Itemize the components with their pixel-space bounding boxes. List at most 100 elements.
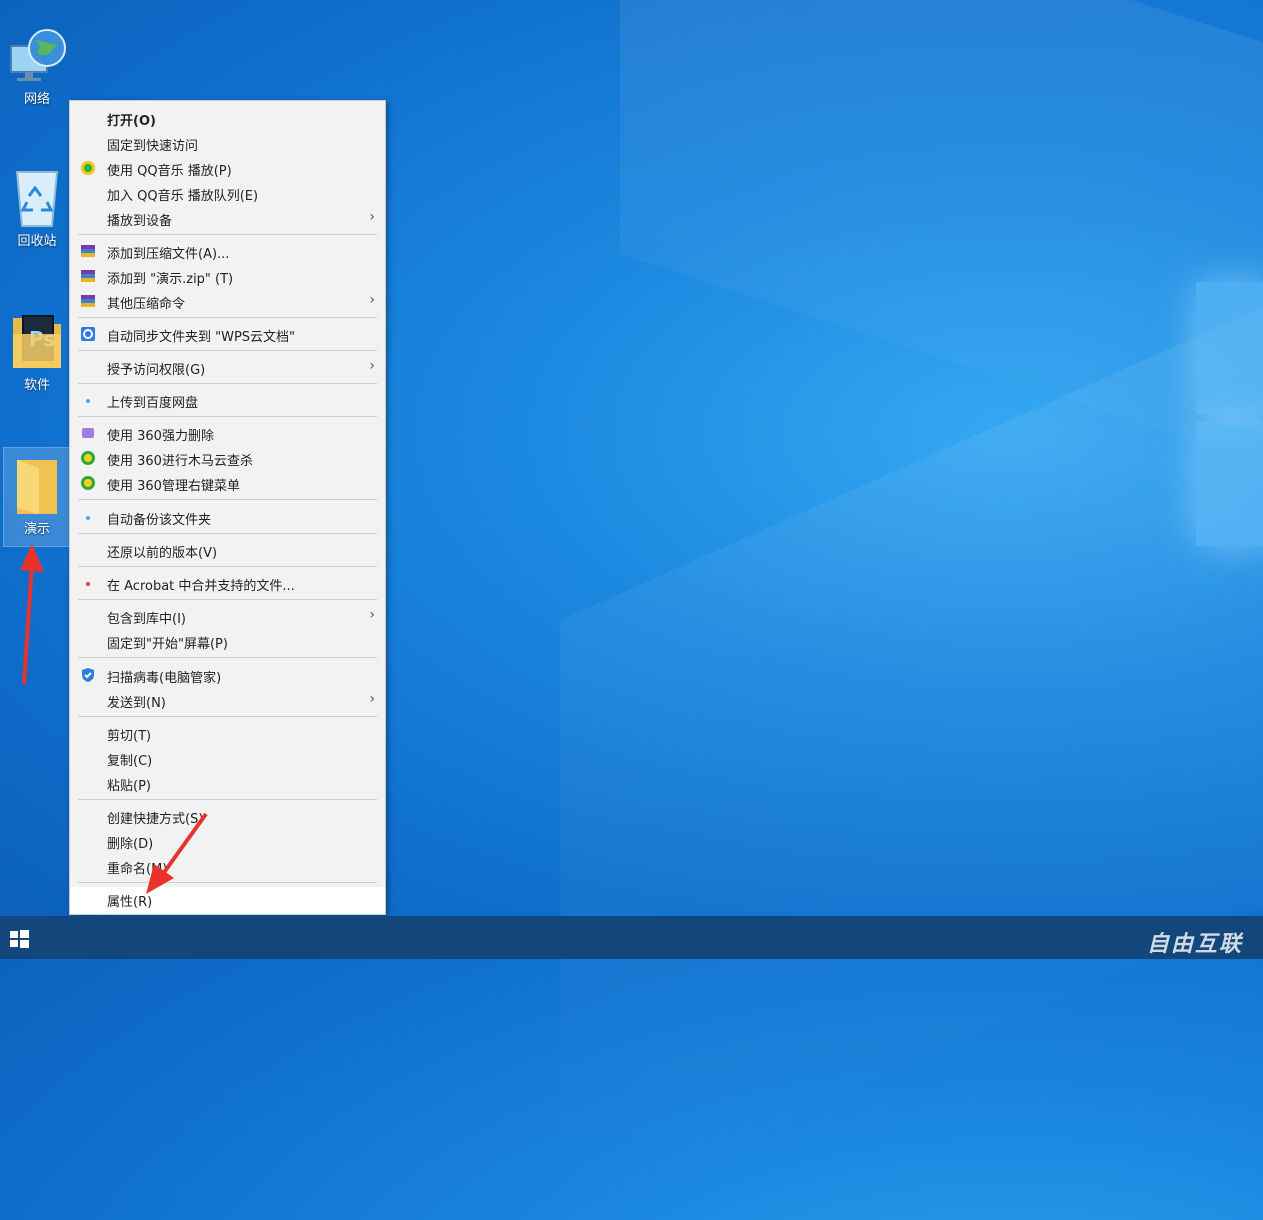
menu-item-play-to-device[interactable]: 播放到设备 › xyxy=(70,206,385,231)
chevron-right-icon: › xyxy=(369,607,375,623)
menu-item-label: 加入 QQ音乐 播放队列(E) xyxy=(107,189,259,204)
menu-separator xyxy=(78,499,377,500)
menu-item-cut[interactable]: 剪切(T) xyxy=(70,721,385,746)
menu-item-create-shortcut[interactable]: 创建快捷方式(S) xyxy=(70,804,385,829)
menu-separator xyxy=(78,716,377,717)
menu-item-label: 自动备份该文件夹 xyxy=(107,513,212,528)
menu-item-properties[interactable]: 属性(R) xyxy=(70,887,385,914)
menu-item-baidu-upload[interactable]: 上传到百度网盘 xyxy=(70,388,385,413)
menu-item-label: 使用 360管理右键菜单 xyxy=(107,479,240,494)
manage-360-icon xyxy=(80,475,96,491)
desktop-icon-demo-folder[interactable]: 演示 xyxy=(3,447,71,547)
menu-item-label: 播放到设备 xyxy=(107,214,173,229)
menu-item-label: 在 Acrobat 中合并支持的文件... xyxy=(107,579,295,594)
menu-separator xyxy=(78,799,377,800)
menu-item-label: 授予访问权限(G) xyxy=(107,363,206,378)
wps-sync-icon xyxy=(80,326,96,342)
menu-item-label: 创建快捷方式(S) xyxy=(107,812,204,827)
menu-separator xyxy=(78,350,377,351)
desktop-icon-label: 演示 xyxy=(23,522,50,537)
taskbar: 自由互联 xyxy=(0,916,1263,959)
menu-item-pin-start[interactable]: 固定到"开始"屏幕(P) xyxy=(70,629,385,654)
desktop-icon-recycle-bin[interactable]: 回收站 xyxy=(4,166,70,262)
menu-item-open[interactable]: 打开(O) xyxy=(70,106,385,131)
menu-item-include-library[interactable]: 包含到库中(I) › xyxy=(70,604,385,629)
menu-item-label: 固定到快速访问 xyxy=(107,139,199,154)
folder-icon: Ps xyxy=(7,310,67,372)
menu-item-label: 重命名(M) xyxy=(107,862,168,877)
menu-separator xyxy=(78,657,377,658)
menu-item-360-manage[interactable]: 使用 360管理右键菜单 xyxy=(70,471,385,496)
menu-item-label: 其他压缩命令 xyxy=(107,297,186,312)
qq-music-icon xyxy=(80,160,96,176)
menu-item-qq-music-play[interactable]: 使用 QQ音乐 播放(P) xyxy=(70,156,385,181)
menu-item-wps-sync[interactable]: 自动同步文件夹到 "WPS云文档" xyxy=(70,322,385,347)
menu-item-restore-versions[interactable]: 还原以前的版本(V) xyxy=(70,538,385,563)
menu-item-label: 还原以前的版本(V) xyxy=(107,546,218,561)
chevron-right-icon: › xyxy=(369,292,375,308)
desktop-icon-label: 软件 xyxy=(23,378,50,393)
winrar-icon xyxy=(80,293,96,309)
menu-separator xyxy=(78,566,377,567)
windows-start-icon[interactable] xyxy=(8,928,30,950)
winrar-icon xyxy=(80,268,96,284)
chevron-right-icon: › xyxy=(369,691,375,707)
menu-item-label: 固定到"开始"屏幕(P) xyxy=(107,637,228,652)
menu-item-add-to-archive[interactable]: 添加到压缩文件(A)... xyxy=(70,239,385,264)
wallpaper-window-logo xyxy=(1196,282,1263,414)
menu-item-label: 打开(O) xyxy=(107,114,156,129)
chevron-right-icon: › xyxy=(369,209,375,225)
scan-360-icon xyxy=(80,450,96,466)
menu-item-other-compress[interactable]: 其他压缩命令 › xyxy=(70,289,385,314)
menu-item-label: 粘贴(P) xyxy=(107,779,151,794)
menu-item-label: 复制(C) xyxy=(107,754,153,769)
menu-item-rename[interactable]: 重命名(M) xyxy=(70,854,385,879)
menu-item-label: 包含到库中(I) xyxy=(107,612,186,627)
chevron-right-icon: › xyxy=(369,358,375,374)
menu-separator xyxy=(78,882,377,883)
menu-item-label: 自动同步文件夹到 "WPS云文档" xyxy=(107,330,296,345)
desktop-icon-label: 回收站 xyxy=(17,234,57,249)
menu-item-acrobat-merge[interactable]: 在 Acrobat 中合并支持的文件... xyxy=(70,571,385,596)
menu-item-label: 添加到 "演示.zip" (T) xyxy=(107,272,234,287)
wallpaper-window-logo xyxy=(1196,422,1263,546)
menu-item-label: 发送到(N) xyxy=(107,696,166,711)
menu-item-pin-quick-access[interactable]: 固定到快速访问 xyxy=(70,131,385,156)
menu-item-grant-access[interactable]: 授予访问权限(G) › xyxy=(70,355,385,380)
desktop-icon-label: 网络 xyxy=(23,92,50,107)
baidu-cloud-icon xyxy=(80,392,96,408)
menu-item-label: 使用 360强力删除 xyxy=(107,429,214,444)
menu-item-label: 删除(D) xyxy=(107,837,154,852)
menu-separator xyxy=(78,383,377,384)
menu-separator xyxy=(78,234,377,235)
annotation-arrow-up xyxy=(20,544,44,685)
folder-icon xyxy=(7,454,67,516)
menu-item-auto-backup[interactable]: 自动备份该文件夹 xyxy=(70,505,385,530)
shredder-360-icon xyxy=(80,425,96,441)
menu-item-paste[interactable]: 粘贴(P) xyxy=(70,771,385,796)
desktop-icon-software-folder[interactable]: Ps 软件 xyxy=(4,310,70,406)
menu-item-360-shred[interactable]: 使用 360强力删除 xyxy=(70,421,385,446)
menu-separator xyxy=(78,416,377,417)
menu-item-delete[interactable]: 删除(D) xyxy=(70,829,385,854)
menu-item-add-to-zip[interactable]: 添加到 "演示.zip" (T) xyxy=(70,264,385,289)
context-menu: 打开(O) 固定到快速访问 使用 QQ音乐 播放(P) 加入 QQ音乐 播放队列… xyxy=(69,100,386,915)
watermark-logo: 自由互联 xyxy=(1146,932,1243,957)
backup-icon xyxy=(80,509,96,525)
desktop-icon-network[interactable]: 网络 xyxy=(4,24,70,120)
acrobat-icon xyxy=(80,575,96,591)
menu-separator xyxy=(78,533,377,534)
menu-item-qq-music-queue[interactable]: 加入 QQ音乐 播放队列(E) xyxy=(70,181,385,206)
shield-icon xyxy=(80,667,96,683)
wallpaper-light-beam xyxy=(620,0,1263,547)
menu-item-label: 使用 360进行木马云查杀 xyxy=(107,454,253,469)
menu-item-label: 剪切(T) xyxy=(107,729,152,744)
menu-item-label: 使用 QQ音乐 播放(P) xyxy=(107,164,232,179)
menu-separator xyxy=(78,599,377,600)
menu-item-send-to[interactable]: 发送到(N) › xyxy=(70,688,385,713)
menu-item-virus-scan[interactable]: 扫描病毒(电脑管家) xyxy=(70,663,385,688)
menu-item-copy[interactable]: 复制(C) xyxy=(70,746,385,771)
menu-item-label: 上传到百度网盘 xyxy=(107,396,199,411)
menu-item-360-scan[interactable]: 使用 360进行木马云查杀 xyxy=(70,446,385,471)
recycle-bin-icon xyxy=(7,166,67,228)
